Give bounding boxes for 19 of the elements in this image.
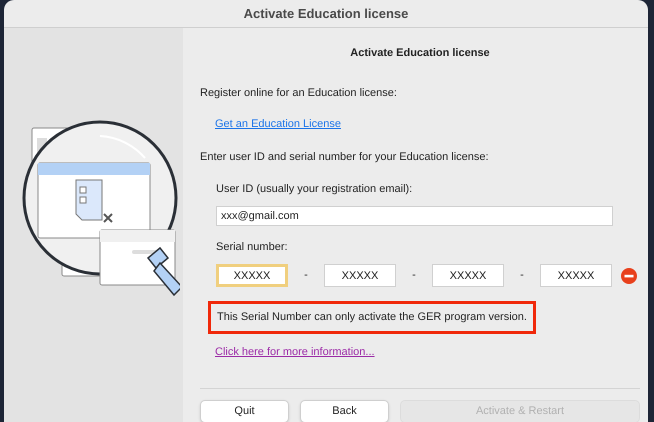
education-license-link[interactable]: Get an Education License [215, 118, 341, 130]
separator-dash: - [303, 268, 309, 284]
instructions-text: Enter user ID and serial number for your Education license: [200, 150, 489, 162]
serial-part-field[interactable]: XXXXX [216, 264, 288, 287]
separator-dash: - [411, 268, 417, 284]
register-label: Register online for an Education license: [200, 86, 397, 98]
serial-number-label: Serial number: [216, 240, 288, 252]
serial-part-field[interactable]: XXXXX [432, 264, 504, 287]
more-info-link[interactable]: Click here for more information... [215, 346, 375, 358]
error-message: This Serial Number can only activate the GER program version. [208, 301, 536, 334]
dialog-button[interactable]: Quit [200, 400, 289, 422]
separator-dash: - [519, 268, 525, 284]
user-id-field[interactable]: xxx@gmail.com [216, 206, 613, 226]
dialog-button[interactable]: Back [300, 400, 389, 422]
serial-part-field[interactable]: XXXXX [324, 264, 396, 287]
serial-part-field[interactable]: XXXXX [540, 264, 612, 287]
window-title: Activate Education license [244, 4, 408, 23]
section-heading: Activate Education license [350, 46, 490, 61]
user-id-label: User ID (usually your registration email): [216, 183, 412, 195]
